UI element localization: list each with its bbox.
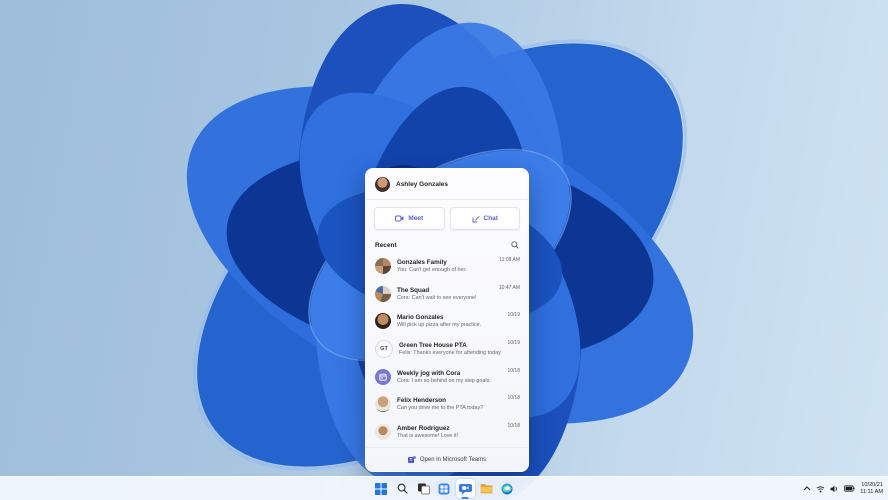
task-view-icon (417, 483, 430, 495)
calendar-icon (375, 368, 391, 385)
chat-name: Felix Henderson (397, 397, 446, 405)
chat-name: The Squad (397, 286, 430, 294)
chat-row-amber-rodriguez[interactable]: Amber Rodriguez That is awesome! Love it… (366, 418, 528, 446)
user-name: Ashley Gonzales (396, 181, 449, 188)
chat-name: Green Tree House PTA (399, 341, 467, 349)
action-buttons: Meet Chat (366, 200, 528, 236)
group-avatar (375, 285, 391, 302)
volume-icon[interactable] (830, 485, 839, 493)
open-in-teams-label: Open in Microsoft Teams (419, 456, 487, 463)
chat-row-the-squad[interactable]: The Squad Cora: Can't wait to see everyo… (366, 280, 528, 308)
windows-logo-icon (375, 482, 387, 495)
teams-chat-icon (458, 483, 472, 495)
chat-preview: Felix: Thanks everyone for attending tod… (399, 349, 502, 356)
edge-browser-icon (501, 483, 513, 494)
battery-icon[interactable] (844, 485, 855, 492)
file-explorer-icon (480, 484, 492, 494)
widgets-icon (438, 483, 450, 494)
chat-preview: Will pick up pizza after my practice. (397, 322, 482, 329)
meet-button[interactable]: Meet (374, 207, 445, 230)
group-avatar (375, 257, 391, 274)
user-avatar[interactable] (375, 177, 390, 192)
person-avatar (375, 396, 391, 413)
active-app-indicator (461, 497, 469, 499)
chat-name: Amber Rodriguez (397, 424, 450, 432)
chat-timestamp: 11:09 AM (499, 257, 520, 263)
person-avatar (375, 313, 391, 330)
flyout-header: Ashley Gonzales (366, 169, 528, 200)
person-avatar (375, 423, 391, 440)
start-button[interactable] (372, 479, 391, 498)
chat-row-gonzales-family[interactable]: Gonzales Family You: Can't get enough of… (366, 252, 528, 280)
chat-list: Gonzales Family You: Can't get enough of… (366, 252, 528, 447)
initials-avatar: GT (375, 339, 393, 358)
chat-row-weekly-jog-with-cora[interactable]: Weekly jog with Cora Cora: I am so behin… (366, 363, 528, 391)
chat-name: Weekly jog with Cora (397, 369, 461, 377)
chat-preview: Can you drive me to the PTA today? (397, 405, 484, 412)
chat-timestamp: 10:47 AM (498, 284, 520, 291)
widgets-button[interactable] (435, 479, 454, 498)
chat-timestamp: 10/18 (507, 423, 520, 430)
chat-timestamp: 10/19 (507, 340, 520, 347)
chat-preview: Cora: Can't wait to see everyone! (397, 294, 477, 301)
chat-row-mario-gonzales[interactable]: Mario Gonzales Will pick up pizza after … (366, 307, 528, 335)
tray-time: 11:11 AM (860, 488, 883, 495)
chat-button-label: Chat (483, 215, 498, 222)
search-icon (397, 483, 408, 494)
chat-name: Mario Gonzales (397, 314, 444, 322)
search-button[interactable] (393, 479, 412, 498)
chat-name: Gonzales Family (397, 258, 447, 266)
teams-chat-flyout: Ashley Gonzales Meet Chat Recent Gonzale… (365, 168, 529, 472)
taskbar: 10/20/21 11:11 AM (0, 476, 888, 500)
chat-timestamp: 10/18 (507, 367, 520, 374)
file-explorer-button[interactable] (477, 479, 496, 498)
chat-row-green-tree-house-pta[interactable]: GT Green Tree House PTA Felix: Thanks ev… (366, 335, 528, 363)
meet-button-label: Meet (408, 215, 424, 222)
chat-preview: Cora: I am so behind on my step goals. (397, 377, 491, 384)
chat-preview: You: Can't get enough of her. (397, 266, 467, 273)
open-in-teams-button[interactable]: T Open in Microsoft Teams (366, 447, 528, 471)
edge-button[interactable] (498, 479, 517, 498)
desktop: Ashley Gonzales Meet Chat Recent Gonzale… (0, 0, 888, 500)
task-view-button[interactable] (414, 479, 433, 498)
chat-timestamp: 10/18 (507, 395, 520, 402)
system-tray: 10/20/21 11:11 AM (803, 477, 883, 500)
search-icon[interactable] (511, 241, 519, 249)
chat-preview: That is awesome! Love it! (397, 432, 459, 439)
wifi-icon[interactable] (816, 485, 825, 493)
taskbar-icons (372, 479, 517, 499)
recent-label: Recent (375, 241, 397, 249)
taskbar-clock[interactable]: 10/20/21 11:11 AM (860, 482, 883, 495)
chat-button[interactable]: Chat (449, 207, 520, 230)
hidden-icons-chevron-icon[interactable] (803, 486, 811, 491)
chat-timestamp: 10/19 (507, 312, 520, 319)
compose-icon (472, 215, 480, 222)
chat-button[interactable] (455, 479, 475, 499)
chat-row-felix-henderson[interactable]: Felix Henderson Can you drive me to the … (366, 390, 528, 418)
video-camera-icon (395, 215, 404, 222)
recent-row: Recent (366, 236, 528, 252)
teams-logo-icon: T (407, 455, 416, 464)
